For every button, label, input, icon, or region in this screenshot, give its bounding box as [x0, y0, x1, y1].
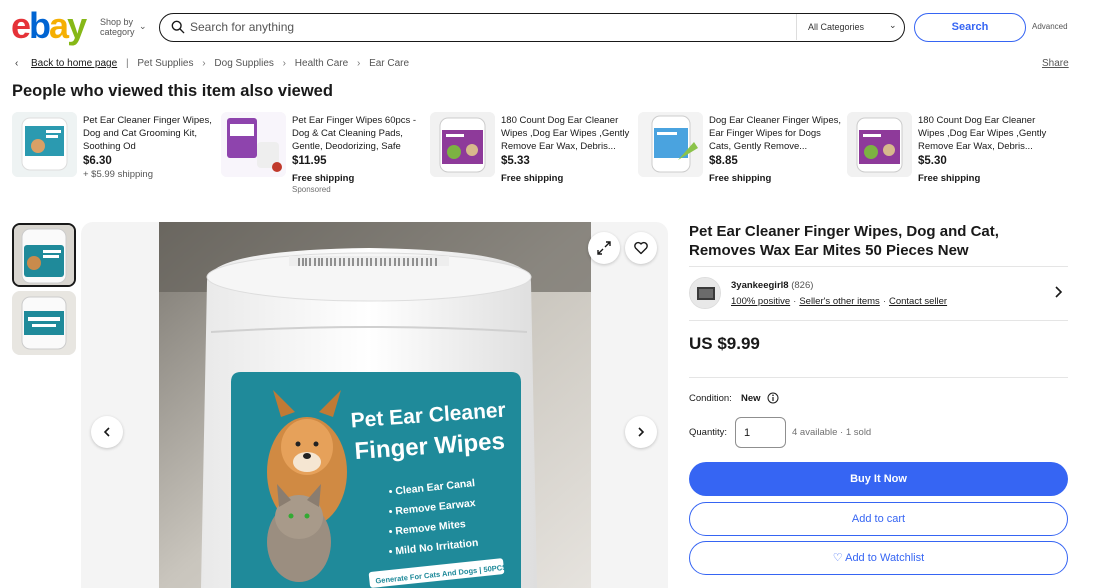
sponsored-label: Sponsored [292, 185, 331, 194]
rec-title[interactable]: Dog Ear Cleaner Finger Wipes, Ear Finger… [709, 114, 844, 153]
chevron-right-icon: › [202, 58, 206, 69]
search-icon [171, 20, 185, 34]
rec-shipping: Free shipping [709, 173, 772, 184]
rec-item[interactable]: 180 Count Dog Ear Cleaner Wipes ,Dog Ear… [847, 112, 1047, 202]
chevron-right-icon [638, 427, 645, 437]
rec-item[interactable]: Pet Ear Cleaner Finger Wipes, Dog and Ca… [12, 112, 212, 202]
chevron-down-icon[interactable]: ⌄ [889, 20, 897, 31]
share-link[interactable]: Share [1042, 58, 1069, 69]
seller-links: 100% positive · Seller's other items · Conta… [731, 296, 947, 307]
breadcrumb-ear-care[interactable]: Ear Care [369, 58, 409, 69]
search-bar: All Categories ⌄ [159, 13, 905, 42]
rec-item[interactable]: Pet Ear Finger Wipes 60pcs - Dog & Cat C… [221, 112, 421, 202]
logo-letter-b: b [29, 5, 51, 46]
buy-it-now-button[interactable]: Buy It Now [689, 462, 1068, 496]
rec-shipping: Free shipping [292, 173, 355, 184]
image-thumbnail-1[interactable] [12, 223, 76, 287]
search-button[interactable]: Search [914, 13, 1026, 42]
shop-by-line2: category [100, 27, 135, 37]
availability-text: 4 available · 1 sold [792, 427, 872, 438]
divider [689, 377, 1068, 378]
breadcrumb-dog-supplies[interactable]: Dog Supplies [214, 58, 273, 69]
previous-image-button[interactable] [91, 416, 123, 448]
rec-shipping: + $5.99 shipping [83, 169, 153, 180]
product-thumbnail[interactable] [430, 112, 495, 177]
seller-positive-link[interactable]: 100% positive [731, 296, 790, 307]
breadcrumb-pet-supplies[interactable]: Pet Supplies [137, 58, 193, 69]
rec-title[interactable]: 180 Count Dog Ear Cleaner Wipes ,Dog Ear… [918, 114, 1053, 153]
chevron-down-icon[interactable]: ⌄ [139, 21, 147, 32]
seller-feedback-score: (826) [791, 280, 814, 291]
rec-shipping: Free shipping [918, 173, 981, 184]
logo-letter-y: y [67, 5, 87, 46]
watch-heart-button[interactable] [625, 232, 657, 264]
product-thumbnail[interactable] [638, 112, 703, 177]
next-image-button[interactable] [625, 416, 657, 448]
quantity-input[interactable] [735, 417, 786, 448]
rec-price: $5.33 [501, 155, 530, 167]
seller-avatar[interactable] [689, 277, 721, 309]
info-icon[interactable] [767, 392, 779, 404]
ebay-logo[interactable]: ebay [11, 5, 87, 46]
rec-title[interactable]: 180 Count Dog Ear Cleaner Wipes ,Dog Ear… [501, 114, 636, 153]
item-title: Pet Ear Cleaner Finger Wipes, Dog and Ca… [689, 223, 999, 259]
logo-letter-e: e [11, 5, 31, 46]
rec-price: $5.30 [918, 155, 947, 167]
product-thumbnail[interactable] [221, 112, 286, 177]
product-thumbnail[interactable] [12, 112, 77, 177]
rec-title[interactable]: Pet Ear Finger Wipes 60pcs - Dog & Cat C… [292, 114, 427, 153]
rec-item[interactable]: Dog Ear Cleaner Finger Wipes, Ear Finger… [638, 112, 841, 202]
quantity-label: Quantity: [689, 427, 728, 438]
product-thumbnail[interactable] [847, 112, 912, 177]
contact-seller-link[interactable]: Contact seller [889, 296, 947, 307]
seller-name[interactable]: 3yankeegirl8 [731, 280, 789, 291]
expand-image-button[interactable] [588, 232, 620, 264]
rec-price: $8.85 [709, 155, 738, 167]
chevron-right-icon[interactable] [1052, 285, 1064, 299]
product-photo: Pet Ear Cleaner Finger Wipes • Clean Ear… [159, 222, 591, 588]
advanced-search-link[interactable]: Advanced [1032, 22, 1068, 31]
add-to-cart-button[interactable]: Add to cart [689, 502, 1068, 536]
shop-by-line1: Shop by [100, 17, 134, 27]
breadcrumb-back-home[interactable]: Back to home page [31, 58, 117, 69]
chevron-left-icon [103, 427, 110, 437]
divider [689, 266, 1068, 267]
add-to-watchlist-button[interactable]: ♡ Add to Watchlist [689, 541, 1068, 575]
divider [796, 14, 797, 40]
divider [689, 320, 1068, 321]
rec-item[interactable]: 180 Count Dog Ear Cleaner Wipes ,Dog Ear… [430, 112, 630, 202]
breadcrumb-health-care[interactable]: Health Care [295, 58, 348, 69]
condition-label: Condition: [689, 393, 732, 404]
section-title: People who viewed this item also viewed [12, 82, 333, 100]
separator-dot: · [882, 296, 886, 307]
chevron-right-icon: › [282, 58, 287, 69]
logo-letter-a: a [49, 5, 69, 46]
expand-icon [597, 241, 611, 255]
main-product-image[interactable]: Pet Ear Cleaner Finger Wipes • Clean Ear… [81, 222, 668, 588]
breadcrumb-separator: | [125, 58, 129, 69]
chevron-right-icon: › [356, 58, 361, 69]
seller-name-row[interactable]: 3yankeegirl8 (826) [731, 280, 813, 291]
image-thumbnail-2[interactable] [12, 291, 76, 355]
chevron-left-icon[interactable]: ‹ [15, 58, 18, 69]
rec-shipping: Free shipping [501, 173, 564, 184]
item-price: US $9.99 [689, 334, 760, 353]
shop-by-category-button[interactable]: Shop by category [100, 17, 135, 37]
separator-dot: · [793, 296, 797, 307]
breadcrumb: Back to home page | Pet Supplies › Dog S… [31, 58, 409, 69]
category-select[interactable]: All Categories [808, 22, 864, 32]
search-input[interactable] [190, 18, 790, 36]
seller-other-items-link[interactable]: Seller's other items [799, 296, 879, 307]
rec-title[interactable]: Pet Ear Cleaner Finger Wipes, Dog and Ca… [83, 114, 218, 153]
rec-price: $11.95 [292, 155, 327, 167]
heart-icon [634, 241, 648, 255]
condition-value: New [741, 393, 761, 404]
rec-price: $6.30 [83, 155, 112, 167]
